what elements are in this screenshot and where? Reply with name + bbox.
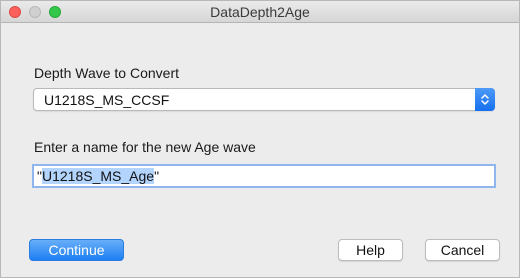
age-wave-name-value: "U1218S_MS_Age" xyxy=(37,168,159,184)
continue-button[interactable]: Continue xyxy=(29,239,124,261)
depth-wave-selected-value: U1218S_MS_CCSF xyxy=(44,92,170,108)
dialog-window: DataDepth2Age Depth Wave to Convert U121… xyxy=(0,0,520,278)
depth-wave-label: Depth Wave to Convert xyxy=(34,65,179,81)
chevron-updown-icon[interactable] xyxy=(475,88,495,111)
selected-text: U1218S_MS_Age xyxy=(41,168,155,184)
age-wave-name-label: Enter a name for the new Age wave xyxy=(34,139,256,155)
quote-close: " xyxy=(154,168,160,184)
window-title: DataDepth2Age xyxy=(210,4,310,20)
depth-wave-select[interactable]: U1218S_MS_CCSF xyxy=(33,88,495,111)
title-bar: DataDepth2Age xyxy=(1,1,519,23)
age-wave-name-input[interactable]: "U1218S_MS_Age" xyxy=(32,164,496,188)
cancel-button[interactable]: Cancel xyxy=(425,239,500,261)
help-button[interactable]: Help xyxy=(338,239,403,261)
